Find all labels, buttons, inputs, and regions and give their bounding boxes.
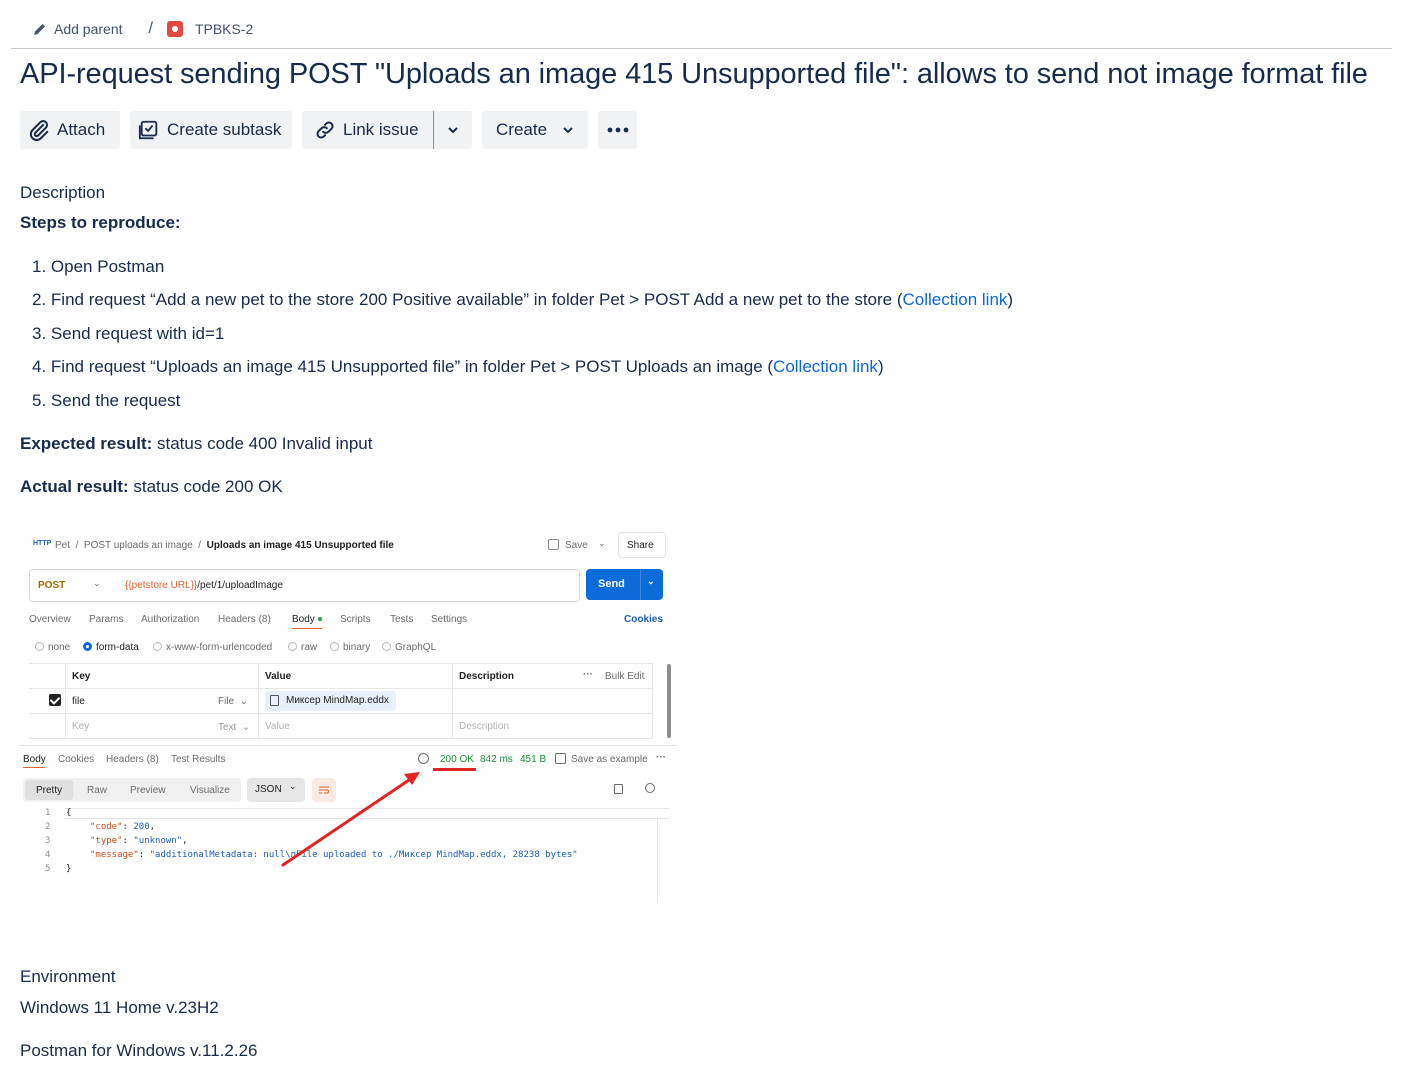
- list-item: 1. Open Postman: [32, 257, 165, 276]
- breadcrumb-separator: /: [148, 20, 153, 37]
- pencil-icon: [34, 24, 45, 35]
- header-divider: [11, 48, 1392, 49]
- chevron-down-icon: [448, 127, 458, 134]
- more-actions-button[interactable]: [598, 111, 637, 149]
- attach-label: Attach: [57, 120, 106, 139]
- environment-app: Postman for Windows v.11.2.26: [20, 1041, 258, 1060]
- actual-result: Actual result: status code 200 OK: [20, 477, 283, 496]
- environment-os: Windows 11 Home v.23H2: [20, 998, 219, 1017]
- create-subtask-button[interactable]: Create subtask: [130, 111, 292, 149]
- paperclip-icon: [29, 120, 49, 141]
- create-label: Create: [496, 120, 548, 139]
- collection-link[interactable]: Collection link: [903, 290, 1008, 309]
- list-item: 5. Send the request: [32, 391, 181, 410]
- list-item: 4. Find request “Uploads an image 415 Un…: [32, 357, 884, 376]
- create-subtask-label: Create subtask: [167, 120, 282, 139]
- collection-link[interactable]: Collection link: [773, 357, 878, 376]
- arrow-annotation: [281, 772, 420, 867]
- add-parent-link[interactable]: Add parent: [54, 21, 123, 37]
- more-icon: [607, 127, 628, 133]
- create-button[interactable]: Create: [482, 111, 588, 149]
- breadcrumb: Add parent / TPBKS-2: [32, 18, 253, 40]
- link-issue-button[interactable]: Link issue: [302, 111, 433, 149]
- subtask-icon: [138, 120, 158, 140]
- environment-heading: Environment: [20, 967, 116, 986]
- link-issue-label: Link issue: [343, 120, 419, 139]
- issue-title[interactable]: API-request sending POST "Uploads an ima…: [20, 58, 1368, 91]
- expected-result: Expected result: status code 400 Invalid…: [20, 434, 373, 453]
- bug-icon: [166, 21, 183, 37]
- attach-button[interactable]: Attach: [20, 111, 120, 149]
- chevron-down-icon: [563, 127, 573, 134]
- issue-key-link[interactable]: TPBKS-2: [195, 21, 253, 37]
- link-issue-dropdown[interactable]: [434, 111, 472, 149]
- list-item: 3. Send request with id=1: [32, 324, 225, 343]
- steps-heading: Steps to reproduce:: [20, 213, 181, 232]
- attached-screenshot[interactable]: HTTP Pet / POST uploads an image / Uploa…: [20, 530, 676, 902]
- description-heading: Description: [20, 183, 106, 202]
- link-icon: [316, 121, 334, 139]
- list-item: 2. Find request “Add a new pet to the st…: [32, 290, 1014, 309]
